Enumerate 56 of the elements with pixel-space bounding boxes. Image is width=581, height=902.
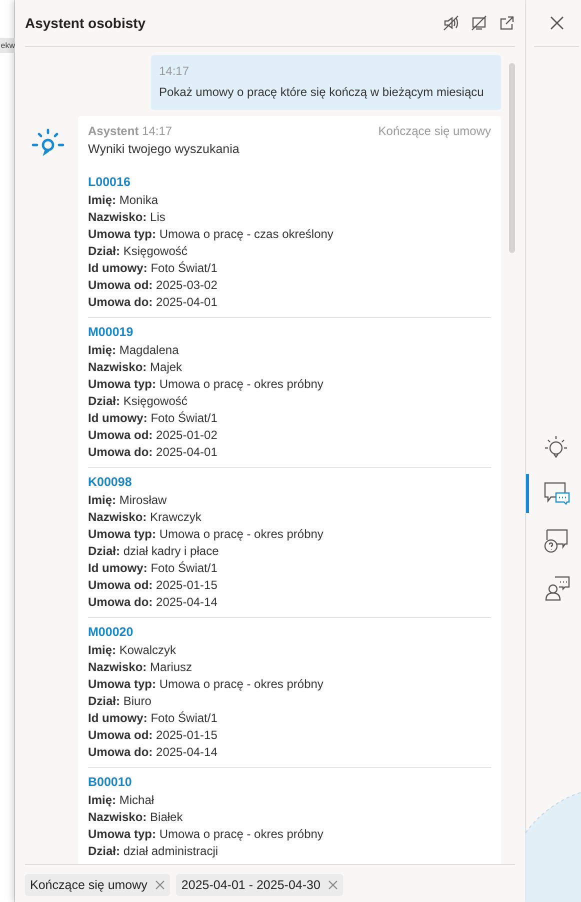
message-time: 14:17 bbox=[159, 64, 190, 78]
record-field: Nazwisko: Lis bbox=[88, 209, 491, 226]
record-field: Dział: dział administracji bbox=[88, 843, 491, 860]
record-field: Nazwisko: Krawczyk bbox=[88, 509, 491, 526]
record-field: Imię: Kowalczyk bbox=[88, 642, 491, 659]
record-field: Imię: Mirosław bbox=[88, 492, 491, 509]
message-text: Wyniki twojego wyszukania bbox=[88, 142, 240, 156]
person-speech-icon bbox=[543, 574, 571, 600]
panel-title: Asystent osobisty bbox=[25, 15, 146, 31]
record-field: Imię: Michał bbox=[88, 792, 491, 809]
record-field: Umowa typ: Umowa o pracę - okres próbny bbox=[88, 676, 491, 693]
record-field: Id umowy: Foto Świat/1 bbox=[88, 260, 491, 277]
screen-off-icon[interactable] bbox=[471, 15, 487, 31]
record-field: Imię: Monika bbox=[88, 192, 491, 209]
chat-bubbles-icon bbox=[543, 480, 571, 506]
close-icon[interactable] bbox=[548, 15, 564, 31]
close-icon[interactable] bbox=[155, 880, 166, 890]
record-field: Nazwisko: Majek bbox=[88, 359, 491, 376]
record-link[interactable]: K00098 bbox=[88, 475, 132, 489]
record-field: Umowa do: 2025-04-01 bbox=[88, 444, 491, 461]
message-topic: Kończące się umowy bbox=[378, 124, 491, 138]
record-link[interactable]: M00020 bbox=[88, 625, 134, 639]
record-field: Umowa od: 2025-01-15 bbox=[88, 577, 491, 594]
record-link[interactable]: M00019 bbox=[88, 325, 134, 339]
record-field: Umowa typ: Umowa o pracę - okres próbny bbox=[88, 826, 491, 843]
lightbulb-avatar-icon bbox=[31, 128, 65, 158]
record-field: Umowa do: 2025-04-01 bbox=[88, 294, 491, 311]
record-field: Umowa od: 2025-03-02 bbox=[88, 277, 491, 294]
record-field: Id umowy: Foto Świat/1 bbox=[88, 410, 491, 427]
share-icon[interactable] bbox=[499, 15, 515, 31]
lightbulb-icon bbox=[543, 434, 569, 460]
record-field: Umowa do: 2025-04-14 bbox=[88, 744, 491, 761]
filter-chip: Kończące się umowy bbox=[25, 874, 170, 896]
message-text: Pokaż umowy o pracę które się kończą w bieżącym miesiącu bbox=[159, 85, 484, 99]
record-field: Nazwisko: Białek bbox=[88, 809, 491, 826]
record-field: Umowa od: 2025-01-02 bbox=[88, 427, 491, 444]
record-field: Umowa od: 2025-01-15 bbox=[88, 727, 491, 744]
record-field: Id umowy: Foto Świat/1 bbox=[88, 710, 491, 727]
record-field: Umowa typ: Umowa o pracę - czas określony bbox=[88, 226, 491, 243]
record-field: Id umowy: Foto Świat/1 bbox=[88, 560, 491, 577]
record-field: Dział: Biuro bbox=[88, 693, 491, 710]
record-field: Dział: Księgowość bbox=[88, 393, 491, 410]
filter-chip: 2025-04-01 - 2025-04-30 bbox=[176, 874, 344, 896]
record-field: Nazwisko: Mariusz bbox=[88, 659, 491, 676]
record-link[interactable]: B00010 bbox=[88, 775, 132, 789]
speaker-muted-icon[interactable] bbox=[443, 15, 459, 31]
record-field: Umowa typ: Umowa o pracę - okres próbny bbox=[88, 376, 491, 393]
background-text: ekw bbox=[0, 38, 15, 53]
record-field: Umowa do: 2025-04-14 bbox=[88, 594, 491, 611]
record-field: Imię: Magdalena bbox=[88, 342, 491, 359]
close-icon[interactable] bbox=[328, 880, 338, 890]
record-link[interactable]: L00016 bbox=[88, 175, 130, 189]
message-sender: Asystent 14:17 bbox=[88, 124, 172, 138]
record-field: Dział: Księgowość bbox=[88, 243, 491, 260]
record-field: Umowa typ: Umowa o pracę - okres próbny bbox=[88, 526, 491, 543]
record-field: Dział: dział kadry i płace bbox=[88, 543, 491, 560]
